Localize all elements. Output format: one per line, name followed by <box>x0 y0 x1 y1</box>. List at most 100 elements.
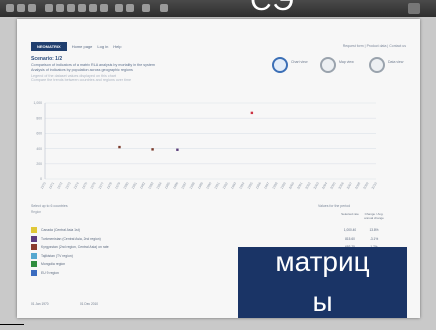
x-tick-label: 1995 <box>247 181 254 189</box>
print-icon[interactable] <box>67 4 75 12</box>
series-swatch <box>31 227 37 233</box>
data-point <box>151 148 154 151</box>
x-tick-label: 2006 <box>338 181 345 189</box>
zoom-out-icon[interactable] <box>126 4 134 12</box>
settings-icon[interactable] <box>142 4 150 12</box>
x-tick-label: 1996 <box>255 181 262 189</box>
browser-toolbar: СЭ <box>0 0 436 17</box>
x-tick-label: 1990 <box>205 181 212 189</box>
series-name: Canada (Central Asia 1st) <box>41 228 80 232</box>
x-tick-label: 1986 <box>172 181 179 189</box>
scatter-chart: 1,000 800 600 400 200 0 1970 1971 1972 1973 1974 19… <box>31 97 406 207</box>
y-tick-label: 400 <box>36 147 42 151</box>
x-tick-label: 1987 <box>180 181 187 189</box>
chart-view-label: Chart view <box>291 60 308 64</box>
tab-help[interactable]: Help <box>113 44 121 49</box>
chart-svg: 1,00080060040020001970 1971 1972 1973 1974 19… <box>34 101 378 190</box>
y-tick-label: 200 <box>36 162 42 166</box>
x-tick-label: 1981 <box>131 181 138 189</box>
legend-row[interactable]: Turkmenistan (Central Asia, 2nd region) 8… <box>31 235 401 243</box>
pen-icon[interactable] <box>160 4 168 12</box>
values-title: Values for the period <box>318 204 351 208</box>
tab-login[interactable]: Log in <box>97 44 108 49</box>
x-tick-label: 2004 <box>321 181 328 189</box>
date-from[interactable]: 01 Jan 1970 <box>31 302 67 308</box>
x-tick-label: 2009 <box>362 181 369 189</box>
map-view-button[interactable]: Map view <box>320 52 358 78</box>
y-tick-label: 0 <box>40 177 42 181</box>
series-change: -3.1% <box>369 236 379 241</box>
main-tabs: NEOMATRIX Home page Log in Help <box>31 41 122 51</box>
series-name: Turkmenistan (Central Asia, 2nd region) <box>41 236 101 241</box>
x-tick-label: 2005 <box>329 181 336 189</box>
data-point <box>176 148 179 151</box>
mail-icon[interactable] <box>78 4 86 12</box>
y-tick-label: 1,000 <box>34 101 43 105</box>
legend-row[interactable]: Canada (Central Asia 1st) 1,000.40 13.8% <box>31 226 401 234</box>
y-tick-label: 600 <box>36 132 42 136</box>
page-title: Scenario: 1/2 <box>31 56 63 62</box>
x-tick-label: 1989 <box>197 181 204 189</box>
series-swatch <box>31 244 37 251</box>
x-tick-label: 1985 <box>164 181 171 189</box>
subtitle-line-2: Analysis of indicators by population acr… <box>31 68 133 72</box>
x-tick-label: 2000 <box>288 181 295 189</box>
series-swatch <box>31 235 37 242</box>
tab-neomatrix[interactable]: NEOMATRIX <box>31 41 67 51</box>
x-tick-label: 2007 <box>346 181 353 189</box>
x-tick-label: 2003 <box>313 181 320 189</box>
zoom-in-icon[interactable] <box>115 4 123 12</box>
x-tick-label: 1975 <box>81 181 88 189</box>
x-tick-label: 1972 <box>56 181 63 189</box>
home-icon[interactable] <box>45 4 53 12</box>
map-icon <box>320 57 336 73</box>
x-tick-label: 2010 <box>371 181 378 189</box>
series-swatch <box>31 261 37 268</box>
data-view-button[interactable]: Data view <box>369 52 407 78</box>
y-tick-label: 800 <box>36 116 42 120</box>
region-filter[interactable]: Region <box>31 210 41 214</box>
date-to[interactable]: 01 Dec 2010 <box>80 302 116 308</box>
column-change: Change / Avg. annual change <box>364 212 384 220</box>
overlay-line-1: матриц <box>275 246 370 277</box>
subtitle-line-1: Comparison of indicators of a matrix RLA… <box>31 63 155 67</box>
x-tick-label: 1992 <box>222 181 229 189</box>
x-tick-label: 1998 <box>271 181 278 189</box>
x-tick-label: 1997 <box>263 181 270 189</box>
series-name: EU 9 region <box>41 271 59 275</box>
tab-home[interactable]: Home page <box>72 44 93 49</box>
data-view-label: Data view <box>388 60 404 64</box>
legend-title: Select up to 6 countries <box>31 204 68 208</box>
reload-icon[interactable] <box>28 4 36 12</box>
note-line-2: Compare the trends between countries and… <box>31 78 132 82</box>
x-tick-label: 1999 <box>280 181 287 189</box>
x-tick-label: 1979 <box>114 181 121 189</box>
series-change: 13.8% <box>369 228 379 232</box>
chart-view-button[interactable]: Chart view <box>272 52 310 78</box>
x-tick-label: 1974 <box>73 181 80 189</box>
x-tick-label: 1982 <box>139 181 146 189</box>
x-tick-label: 1977 <box>98 181 105 189</box>
table-icon <box>369 57 385 73</box>
bottom-rule <box>0 324 24 325</box>
series-name: Tajikistan (TV region) <box>41 253 73 258</box>
overlay-caption: матриц ы <box>238 246 407 318</box>
x-tick-label: 1973 <box>65 181 72 189</box>
x-tick-label: 1991 <box>214 181 221 189</box>
close-icon[interactable] <box>408 3 420 14</box>
map-view-label: Map view <box>339 60 354 64</box>
series-name: Kyrgyzstan (2nd region, Central Asia) on… <box>41 245 109 250</box>
top-links[interactable]: Request form | Product data | Contact us <box>343 44 406 48</box>
bookmark-icon[interactable] <box>56 4 64 12</box>
overflow-title: СЭ <box>250 0 295 17</box>
forward-icon[interactable] <box>17 4 25 12</box>
x-tick-label: 1971 <box>48 181 55 189</box>
x-tick-label: 1994 <box>238 181 245 189</box>
x-tick-label: 1970 <box>40 181 47 189</box>
search-icon[interactable] <box>100 4 108 12</box>
x-tick-label: 1978 <box>106 181 113 189</box>
back-icon[interactable] <box>6 4 14 12</box>
edit-icon[interactable] <box>89 4 97 12</box>
series-swatch <box>31 270 37 276</box>
x-tick-label: 1984 <box>156 181 163 189</box>
